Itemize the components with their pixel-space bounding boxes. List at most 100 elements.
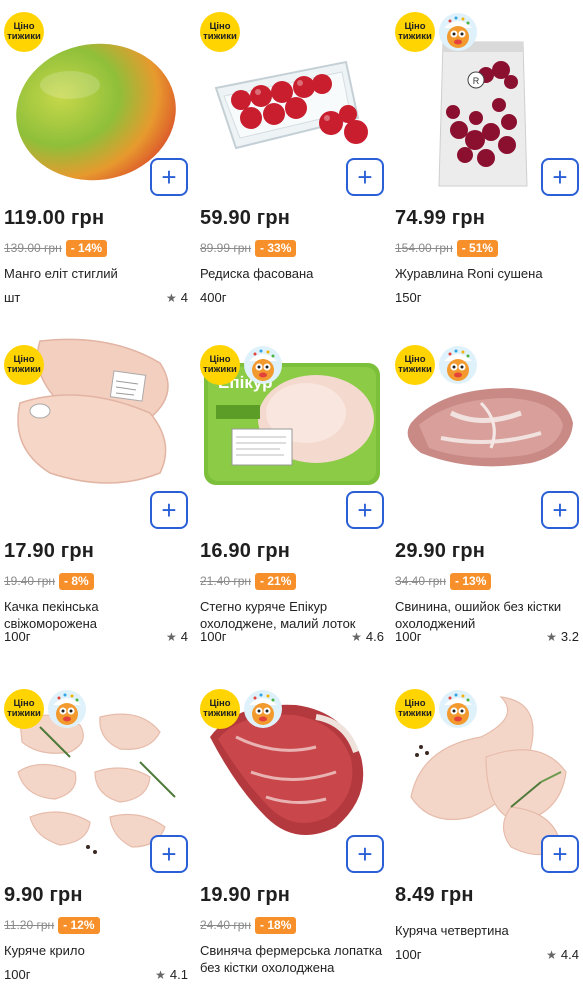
discount-badge: - 8% [59, 572, 94, 590]
star-icon: ★ [546, 629, 557, 644]
discount-row: 21.40 грн - 21% [200, 572, 297, 590]
add-to-cart-button[interactable]: + [346, 491, 384, 529]
current-price: 17.90 грн [4, 540, 95, 562]
product-name[interactable]: Куряче крило [4, 942, 189, 959]
mascot-badge-icon [244, 690, 282, 728]
current-price: 119.00 грн [4, 207, 105, 229]
mascot-badge-icon [244, 346, 282, 384]
product-unit: шт [4, 290, 21, 305]
plus-icon: + [357, 839, 373, 869]
star-icon: ★ [155, 967, 166, 982]
product-name[interactable]: Качка пекінська свіжоморожена [4, 598, 189, 632]
product-image-area[interactable]: Ціно тижики + [0, 0, 192, 200]
product-name[interactable]: Свиняча фермерська лопатка без кістки ох… [200, 942, 385, 976]
mascot-badge-icon [48, 690, 86, 728]
plus-icon: + [552, 162, 568, 192]
price-week-badge: Ціно тижики [4, 345, 44, 385]
product-image-area[interactable]: Ціно тижики + [0, 333, 192, 533]
product-unit: 100г [395, 947, 422, 962]
product-image-area[interactable]: Ціно тижики + [196, 677, 388, 877]
add-to-cart-button[interactable]: + [346, 835, 384, 873]
current-price: 8.49 грн [395, 884, 474, 906]
current-price: 9.90 грн [4, 884, 83, 906]
product-unit: 150г [395, 290, 422, 305]
plus-icon: + [357, 162, 373, 192]
price-week-badge: Ціно тижики [4, 12, 44, 52]
price-week-badge: Ціно тижики [395, 689, 435, 729]
discount-badge: - 14% [65, 239, 108, 257]
product-rating: ★ 3.2 [546, 629, 579, 644]
mascot-badge-icon [439, 13, 477, 51]
product-rating: ★ 4 [166, 629, 188, 644]
current-price: 59.90 грн [200, 207, 291, 229]
product-unit: 100г [4, 629, 31, 644]
current-price: 19.90 грн [200, 884, 291, 906]
add-to-cart-button[interactable]: + [541, 158, 579, 196]
product-name[interactable]: Манго еліт стиглий [4, 265, 189, 282]
old-price: 19.40 грн [4, 574, 56, 588]
current-price: 16.90 грн [200, 540, 291, 562]
discount-row: 34.40 грн - 13% [395, 572, 492, 590]
product-unit: 100г [200, 629, 227, 644]
plus-icon: + [161, 495, 177, 525]
product-card[interactable]: Епікур Ціно тижики + 16.90 грн 21.40 грн… [196, 333, 388, 663]
product-rating: ★ 4.6 [351, 629, 384, 644]
add-to-cart-button[interactable]: + [541, 835, 579, 873]
price-week-badge: Ціно тижики [200, 689, 240, 729]
product-name[interactable]: Свинина, ошийок без кістки охолоджений [395, 598, 580, 632]
rating-value: 3.2 [560, 629, 579, 644]
plus-icon: + [357, 495, 373, 525]
product-grid: Ціно тижики + 119.00 грн 139.00 грн - 14… [0, 0, 583, 1000]
product-rating: ★ 4 [166, 290, 188, 305]
discount-row: 139.00 грн - 14% [4, 239, 108, 257]
rating-value: 4 [180, 629, 188, 644]
discount-badge: - 33% [255, 239, 297, 257]
current-price: 74.99 грн [395, 207, 486, 229]
add-to-cart-button[interactable]: + [150, 491, 188, 529]
discount-badge: - 18% [255, 916, 297, 934]
mascot-badge-icon [439, 690, 477, 728]
product-card[interactable]: Ціно тижики + 9.90 грн 11.20 грн - 12% К… [0, 677, 192, 1000]
add-to-cart-button[interactable]: + [346, 158, 384, 196]
svg-text:R: R [473, 76, 480, 86]
discount-badge: - 12% [58, 916, 100, 934]
add-to-cart-button[interactable]: + [541, 491, 579, 529]
price-week-badge: Ціно тижики [200, 345, 240, 385]
discount-row: 24.40 грн - 18% [200, 916, 297, 934]
discount-badge: - 21% [255, 572, 297, 590]
discount-badge: - 13% [450, 572, 492, 590]
mascot-badge-icon [439, 346, 477, 384]
old-price: 34.40 грн [395, 574, 447, 588]
product-card[interactable]: Ціно тижики + 19.90 грн 24.40 грн - 18% … [196, 677, 388, 1000]
product-name[interactable]: Журавлина Roni сушена [395, 265, 580, 282]
product-name[interactable]: Куряча четвертина [395, 922, 580, 939]
product-name[interactable]: Редиска фасована [200, 265, 385, 282]
discount-row: 89.99 грн - 33% [200, 239, 297, 257]
product-card[interactable]: R + 74.99 грн 154.00 грн - 51% Журавлина… [391, 0, 583, 330]
product-unit: 100г [4, 967, 31, 982]
plus-icon: + [161, 839, 177, 869]
plus-icon: + [552, 495, 568, 525]
product-image-area[interactable]: Епікур Ціно тижики + [196, 333, 388, 533]
product-rating: ★ 4.4 [546, 947, 579, 962]
product-card[interactable]: Ціно тижики + 8.49 грн Куряча четвертина… [391, 677, 583, 1000]
old-price: 139.00 грн [4, 241, 62, 255]
price-week-badge: Ціно тижики [4, 689, 44, 729]
product-name[interactable]: Стегно куряче Епікур охолоджене, малий л… [200, 598, 385, 632]
add-to-cart-button[interactable]: + [150, 835, 188, 873]
add-to-cart-button[interactable]: + [150, 158, 188, 196]
product-unit: 400г [200, 290, 227, 305]
product-image-area[interactable]: Ціно тижики + [0, 677, 192, 877]
old-price: 154.00 грн [395, 241, 453, 255]
product-unit: 100г [395, 629, 422, 644]
rating-value: 4.6 [365, 629, 384, 644]
product-card[interactable]: + 59.90 грн 89.99 грн - 33% Редиска фасо… [196, 0, 388, 330]
rating-value: 4.1 [169, 967, 188, 982]
product-card[interactable]: Ціно тижики + 29.90 грн 34.40 грн - 13% … [391, 333, 583, 663]
price-week-badge: Ціно тижики [395, 12, 435, 52]
product-card[interactable]: Ціно тижики + 119.00 грн 139.00 грн - 14… [0, 0, 192, 330]
product-card[interactable]: Ціно тижики + 17.90 грн 19.40 грн - 8% К… [0, 333, 192, 663]
product-image-area[interactable]: Ціно тижики + [391, 677, 583, 877]
discount-row: 11.20 грн - 12% [4, 916, 100, 934]
product-image-area[interactable]: Ціно тижики + [391, 333, 583, 533]
